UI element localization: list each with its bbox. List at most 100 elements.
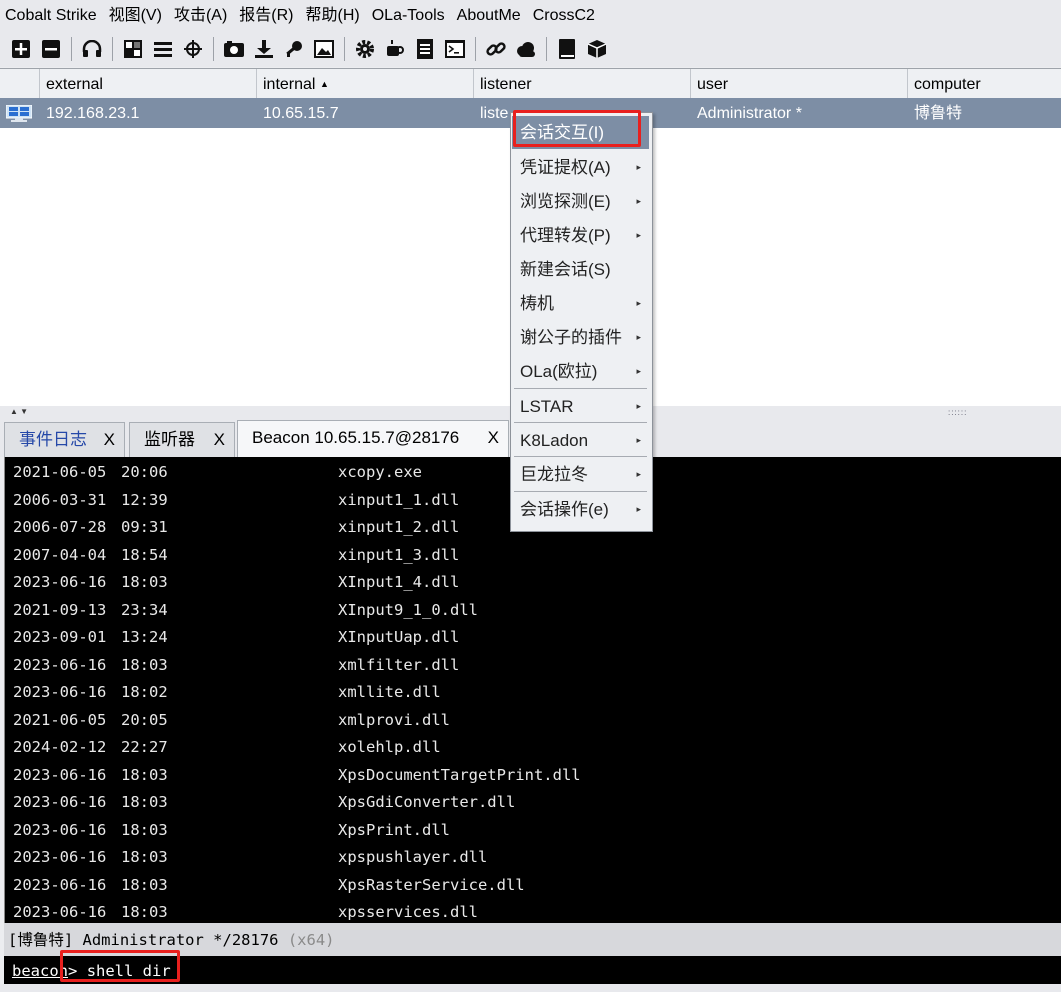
context-menu-item[interactable]: 代理转发(P) ▸ bbox=[512, 219, 649, 252]
console-date: 2006-03-31 bbox=[13, 490, 107, 509]
highlight-box-interact bbox=[513, 110, 641, 147]
console-filename: XInput1_4.dll bbox=[338, 573, 460, 591]
menu-ola-tools[interactable]: OLa-Tools bbox=[366, 0, 451, 31]
context-menu-item[interactable]: LSTAR ▸ bbox=[512, 390, 649, 423]
context-menu-item[interactable]: 梼机 ▸ bbox=[512, 287, 649, 320]
console-date: 2021-09-13 bbox=[13, 600, 107, 619]
tab-event-log[interactable]: 事件日志 X bbox=[4, 422, 125, 457]
toolbar-separator bbox=[546, 37, 547, 61]
console-line: 2006-07-2809:3183,736xinput1_2.dll bbox=[13, 518, 913, 545]
tab-listeners[interactable]: 监听器 X bbox=[129, 422, 235, 457]
close-icon[interactable]: X bbox=[214, 423, 225, 456]
menu-view[interactable]: 视图(V) bbox=[103, 0, 168, 31]
column-header-computer[interactable]: computer bbox=[908, 69, 1061, 98]
context-menu-item[interactable]: K8Ladon ▸ bbox=[512, 424, 649, 457]
menu-reports[interactable]: 报告(R) bbox=[233, 0, 299, 31]
add-icon[interactable] bbox=[10, 38, 32, 60]
link-icon[interactable] bbox=[485, 38, 507, 60]
console-time: 18:03 bbox=[121, 655, 168, 674]
gear-icon[interactable] bbox=[354, 38, 376, 60]
console-date: 2023-06-16 bbox=[13, 683, 107, 701]
toolbar-separator bbox=[344, 37, 345, 61]
menu-divider bbox=[514, 491, 647, 492]
console-date: 2023-06-16 bbox=[13, 848, 107, 866]
console-size: 107,368 bbox=[1028, 546, 1061, 564]
menu-attack[interactable]: 攻击(A) bbox=[168, 0, 233, 31]
console-size: 126,976 bbox=[1028, 738, 1061, 756]
submenu-arrow-icon: ▸ bbox=[636, 401, 641, 411]
tab-beacon-label: Beacon 10.65.15.7@28176 bbox=[252, 428, 460, 447]
menu-crossc2[interactable]: CrossC2 bbox=[527, 0, 601, 31]
context-menu-item[interactable]: 浏览探测(E) ▸ bbox=[512, 185, 649, 218]
console-time: 18:03 bbox=[121, 903, 168, 921]
console-date: 2023-09-01 bbox=[13, 628, 107, 646]
column-header-internal[interactable]: internal ▲ bbox=[257, 69, 474, 98]
drag-grip-icon[interactable]: :::::: bbox=[948, 408, 967, 417]
console-time: 18:03 bbox=[121, 793, 168, 811]
console-line: 2021-06-0520:0673,728xcopy.exe bbox=[13, 463, 913, 490]
menu-bar: Cobalt Strike 视图(V) 攻击(A) 报告(R) 帮助(H) OL… bbox=[0, 0, 1061, 31]
context-menu-item-label: 谢公子的插件 bbox=[520, 328, 622, 347]
collapse-arrows-icon[interactable]: ▲ ▼ bbox=[10, 407, 28, 416]
book-icon[interactable] bbox=[556, 38, 578, 60]
console-filename: xinput1_1.dll bbox=[338, 490, 460, 509]
menu-aboutme[interactable]: AboutMe bbox=[451, 0, 527, 31]
cell-internal: 10.65.15.7 bbox=[263, 105, 339, 122]
image-icon[interactable] bbox=[313, 38, 335, 60]
table-header: external internal ▲ listener user comput… bbox=[0, 69, 1061, 99]
column-header-listener[interactable]: listener bbox=[474, 69, 691, 98]
close-icon[interactable]: X bbox=[488, 421, 499, 454]
console-size: 2,580,480 bbox=[1028, 903, 1061, 921]
column-header-user[interactable]: user bbox=[691, 69, 908, 98]
screenshot-icon[interactable] bbox=[223, 38, 245, 60]
context-menu-item[interactable]: 会话操作(e) ▸ bbox=[512, 493, 649, 526]
windows-host-icon bbox=[6, 105, 32, 122]
context-menu-item[interactable]: 巨龙拉冬 ▸ bbox=[512, 458, 649, 491]
console-size: 69,632 bbox=[1028, 628, 1061, 646]
menu-help[interactable]: 帮助(H) bbox=[300, 0, 366, 31]
context-menu-item[interactable]: 凭证提权(A) ▸ bbox=[512, 151, 649, 184]
context-menu-item[interactable]: 新建会话(S) bbox=[512, 253, 649, 286]
graph-icon[interactable] bbox=[122, 38, 144, 60]
crosshair-icon[interactable] bbox=[182, 38, 204, 60]
terminal-icon[interactable] bbox=[444, 38, 466, 60]
submenu-arrow-icon: ▸ bbox=[636, 504, 641, 514]
menu-cobalt-strike[interactable]: Cobalt Strike bbox=[0, 0, 103, 31]
submenu-arrow-icon: ▸ bbox=[636, 298, 641, 308]
context-menu-item-label: 凭证提权(A) bbox=[520, 158, 611, 177]
context-menu-item[interactable]: OLa(欧拉) ▸ bbox=[512, 355, 649, 388]
package-icon[interactable] bbox=[586, 38, 608, 60]
cloud-icon[interactable] bbox=[515, 38, 537, 60]
console-size: 73,728 bbox=[1028, 463, 1061, 481]
console-time: 12:39 bbox=[121, 490, 168, 509]
console-filename: xpspushlayer.dll bbox=[338, 848, 488, 866]
headphones-icon[interactable] bbox=[81, 38, 103, 60]
console-filename: xpsservices.dll bbox=[338, 903, 478, 921]
close-icon[interactable]: X bbox=[104, 423, 115, 456]
session-context-menu: 会话交互(I) 凭证提权(A) ▸ 浏览探测(E) ▸ 代理转发(P) ▸ 新建会话(S) 梼机… bbox=[510, 112, 653, 532]
console-time: 23:34 bbox=[121, 600, 168, 619]
console-time: 18:02 bbox=[121, 683, 168, 701]
console-line: 2023-06-1618:031,384,448XpsPrint.dll bbox=[13, 821, 913, 848]
console-line: 2023-06-1618:03372,736xpspushlayer.dll bbox=[13, 848, 913, 875]
list-icon[interactable] bbox=[152, 38, 174, 60]
download-icon[interactable] bbox=[253, 38, 275, 60]
context-menu-item-label: 浏览探测(E) bbox=[520, 192, 611, 211]
console-date: 2021-06-05 bbox=[13, 710, 107, 729]
column-header-icon[interactable] bbox=[0, 69, 40, 98]
context-menu-item-label: 梼机 bbox=[520, 294, 554, 313]
remove-icon[interactable] bbox=[40, 38, 62, 60]
document-icon[interactable] bbox=[414, 38, 436, 60]
console-size: 1,384,448 bbox=[1028, 821, 1061, 839]
context-menu-item[interactable]: 谢公子的插件 ▸ bbox=[512, 321, 649, 354]
cell-external: 192.168.23.1 bbox=[46, 105, 140, 122]
column-header-external[interactable]: external bbox=[40, 69, 257, 98]
toolbar bbox=[0, 31, 1061, 67]
console-filename: xolehlp.dll bbox=[338, 738, 441, 756]
context-menu-item-label: K8Ladon bbox=[520, 431, 589, 450]
console-date: 2023-06-16 bbox=[13, 765, 107, 784]
tab-beacon[interactable]: Beacon 10.65.15.7@28176 X bbox=[237, 420, 509, 457]
toolbar-separator bbox=[213, 37, 214, 61]
coffee-icon[interactable] bbox=[384, 38, 406, 60]
key-icon[interactable] bbox=[283, 38, 305, 60]
